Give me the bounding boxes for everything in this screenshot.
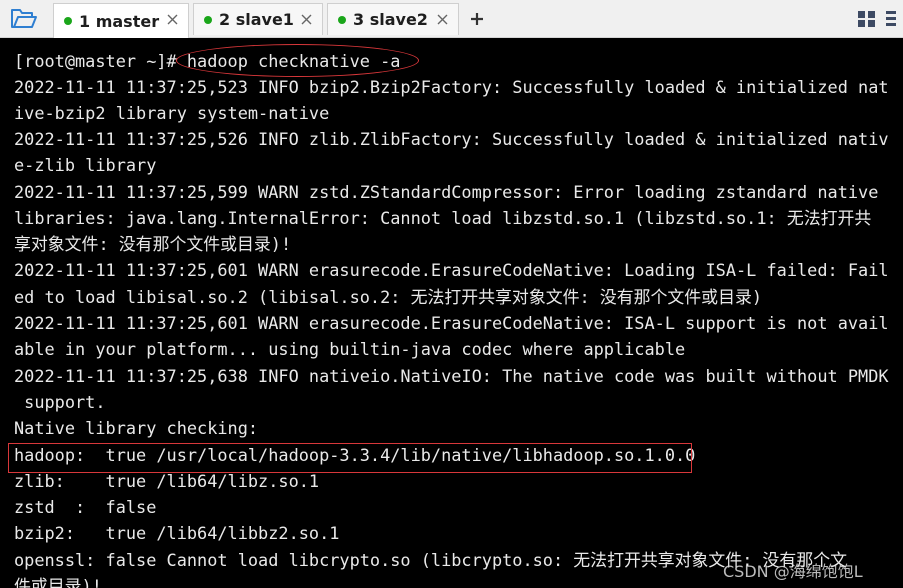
terminal-line: 享对象文件: 没有那个文件或目录)!	[14, 234, 292, 254]
tab-label: 1 master	[79, 11, 160, 31]
connection-status-icon	[338, 15, 346, 24]
terminal-line: e-zlib library	[14, 155, 157, 175]
terminal-line: 2022-11-11 11:37:25,601 WARN erasurecode…	[14, 260, 889, 280]
terminal-line: 2022-11-11 11:37:25,523 INFO bzip2.Bzip2…	[14, 77, 889, 97]
tab-bar: 1 master 2 slave1 3 slave2	[0, 0, 903, 38]
terminal-output[interactable]: [root@master ~]# hadoop checknative -a 2…	[0, 38, 903, 588]
grid-icon[interactable]	[857, 9, 877, 29]
terminal-line: 2022-11-11 11:37:25,601 WARN erasurecode…	[14, 313, 889, 333]
terminal-line: zlib: true /lib64/libz.so.1	[14, 471, 320, 491]
tab-master[interactable]: 1 master	[53, 3, 189, 38]
close-icon[interactable]	[165, 12, 179, 26]
terminal-line: libraries: java.lang.InternalError: Cann…	[14, 208, 872, 228]
tab-label: 2 slave1	[219, 10, 294, 29]
terminal-line: 2022-11-11 11:37:25,599 WARN zstd.ZStand…	[14, 182, 879, 202]
terminal-line: [root@master ~]# hadoop checknative -a	[14, 51, 401, 71]
close-icon[interactable]	[435, 12, 449, 26]
terminal-line: Native library checking:	[14, 418, 259, 438]
terminal-line: hadoop: true /usr/local/hadoop-3.3.4/lib…	[14, 445, 696, 465]
watermark: CSDN @海绵饱饱L	[723, 562, 863, 581]
terminal-line: 2022-11-11 11:37:25,526 INFO zlib.ZlibFa…	[14, 129, 889, 149]
terminal-line: ed to load libisal.so.2 (libisal.so.2: 无…	[14, 287, 763, 307]
terminal-line: zstd : false	[14, 497, 157, 517]
tab-slave2[interactable]: 3 slave2	[327, 3, 459, 35]
terminal-line: able in your platform... using builtin-j…	[14, 339, 686, 359]
connection-status-icon	[64, 17, 72, 25]
terminal-line: support.	[14, 392, 106, 412]
more-vertical-icon[interactable]	[884, 8, 898, 28]
close-icon[interactable]	[299, 12, 313, 26]
folder-open-icon[interactable]	[6, 6, 42, 32]
connection-status-icon	[204, 15, 212, 24]
terminal-line: bzip2: true /lib64/libbz2.so.1	[14, 523, 340, 543]
terminal-line: ive-bzip2 library system-native	[14, 103, 330, 123]
terminal-line: 2022-11-11 11:37:25,638 INFO nativeio.Na…	[14, 366, 889, 386]
plus-icon[interactable]	[464, 6, 490, 32]
terminal-line: 件或目录)!	[14, 576, 102, 588]
tab-label: 3 slave2	[353, 10, 428, 29]
tab-slave1[interactable]: 2 slave1	[193, 3, 323, 35]
